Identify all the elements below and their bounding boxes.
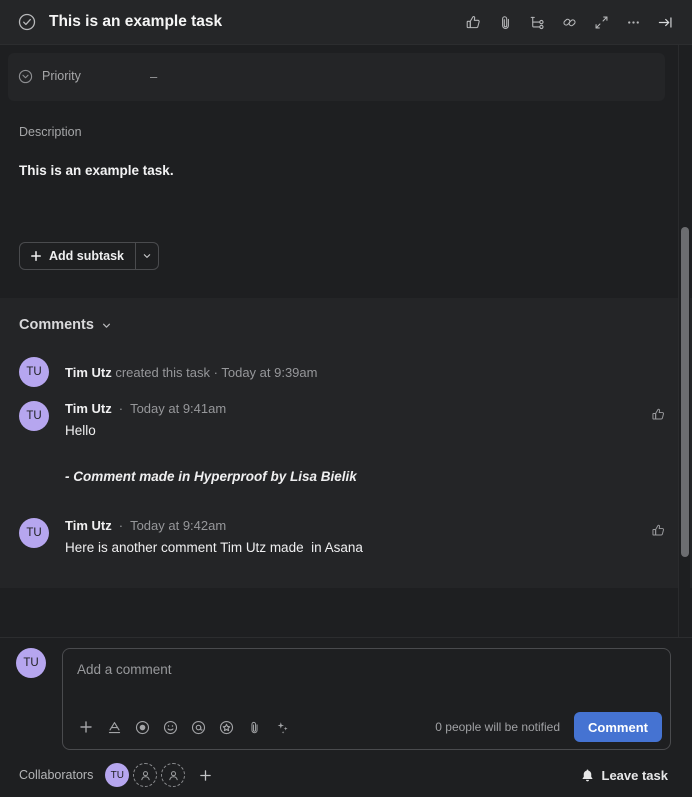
composer-toolbar: 0 people will be notified Comment — [63, 705, 670, 749]
description-label: Description — [19, 125, 82, 139]
comments-section: Comments TU Tim Utz created this task · … — [0, 298, 692, 588]
comment-header: Tim Utz · Today at 9:41am — [65, 401, 645, 416]
activity-action: created this task — [115, 364, 210, 380]
plus-icon — [30, 250, 42, 262]
paperclip-icon[interactable] — [241, 714, 267, 740]
add-subtask-split-button: Add subtask — [19, 242, 160, 270]
comment-author[interactable]: Tim Utz — [65, 401, 112, 416]
task-header-actions — [458, 7, 680, 37]
description-section: Description This is an example task. — [0, 101, 692, 178]
paperclip-icon[interactable] — [490, 7, 520, 37]
comment-body-extra: - Comment made in Hyperproof by Lisa Bie… — [65, 469, 357, 485]
avatar[interactable]: TU — [19, 517, 49, 548]
expand-arrows-icon[interactable] — [586, 7, 616, 37]
thumbs-up-icon[interactable] — [645, 518, 671, 544]
field-value-priority[interactable]: – — [150, 69, 157, 84]
comment-composer: TU Add a comment 0 people will be notifi… — [0, 637, 692, 753]
text-format-icon[interactable] — [101, 714, 127, 740]
collaborators-label: Collaborators — [19, 768, 94, 782]
comment-item: TU Tim Utz · Today at 9:42am Here is ano… — [19, 517, 671, 558]
chevron-down-circle-icon — [18, 69, 33, 84]
vertical-scrollbar[interactable] — [678, 45, 690, 637]
activity-text: Tim Utz created this task · Today at 9:3… — [65, 365, 317, 380]
collaborators-list: TU — [105, 763, 217, 787]
task-detail-body: Priority – Description This is an exampl… — [0, 45, 692, 637]
check-circle-icon[interactable] — [16, 11, 38, 33]
task-fields-panel: Priority – — [8, 53, 665, 101]
at-sign-icon[interactable] — [185, 714, 211, 740]
comment-header: Tim Utz · Today at 9:42am — [65, 518, 645, 533]
arrow-right-bar-icon[interactable] — [650, 7, 680, 37]
comment-input-box: Add a comment 0 people will be notified … — [62, 648, 671, 750]
comment-input[interactable]: Add a comment — [63, 649, 670, 705]
comment-body: Hello — [65, 423, 96, 438]
comments-heading-label: Comments — [19, 317, 94, 333]
scrollbar-thumb[interactable] — [681, 227, 689, 557]
bell-icon — [580, 768, 595, 783]
activity-separator: · — [213, 364, 218, 380]
avatar[interactable]: TU — [19, 401, 49, 431]
page-title: This is an example task — [49, 13, 223, 30]
field-label-priority: Priority — [42, 69, 81, 83]
comment-author[interactable]: Tim Utz — [65, 518, 112, 533]
record-circle-icon[interactable] — [129, 714, 155, 740]
add-subtask-button[interactable]: Add subtask — [20, 243, 135, 269]
avatar[interactable]: TU — [105, 763, 130, 787]
thumbs-up-icon[interactable] — [645, 401, 671, 427]
comment-separator: · — [118, 401, 124, 416]
leave-task-label: Leave task — [601, 767, 669, 783]
description-text[interactable]: This is an example task. — [19, 163, 668, 178]
smiley-icon[interactable] — [157, 714, 183, 740]
add-subtask-dropdown-button[interactable] — [135, 243, 158, 269]
notify-count-text: 0 people will be notified — [435, 720, 561, 734]
add-subtask-label: Add subtask — [49, 249, 125, 263]
comment-separator: · — [118, 517, 124, 533]
activity-author[interactable]: Tim Utz — [65, 365, 112, 380]
collaborator-placeholder-icon[interactable] — [133, 763, 158, 787]
collaborator-placeholder-icon[interactable] — [161, 763, 186, 787]
ellipsis-icon[interactable] — [618, 7, 648, 37]
chevron-down-icon — [101, 320, 112, 331]
subtask-controls: Add subtask — [0, 242, 692, 270]
star-circle-icon[interactable] — [213, 714, 239, 740]
activity-timestamp: Today at 9:39am — [221, 364, 318, 380]
comment-body: Here is another comment Tim Utz made in … — [65, 539, 363, 555]
comment-item: TU Tim Utz · Today at 9:41am Hello - Com… — [19, 401, 671, 488]
task-header: This is an example task — [0, 0, 692, 45]
link-icon[interactable] — [554, 7, 584, 37]
avatar[interactable]: TU — [19, 357, 49, 387]
thumbs-up-icon[interactable] — [458, 7, 488, 37]
sparkles-icon[interactable] — [269, 714, 295, 740]
comment-timestamp: Today at 9:42am — [130, 517, 227, 533]
field-row-priority[interactable]: Priority – — [8, 65, 665, 87]
comment-content: Tim Utz · Today at 9:42am Here is anothe… — [65, 518, 645, 558]
plus-icon[interactable] — [73, 714, 99, 740]
submit-comment-button[interactable]: Comment — [574, 712, 662, 742]
task-footer: Collaborators TU Leave task — [0, 753, 692, 797]
activity-row-created: TU Tim Utz created this task · Today at … — [19, 357, 692, 387]
avatar[interactable]: TU — [16, 648, 46, 678]
subtask-branch-icon[interactable] — [522, 7, 552, 37]
comment-content: Tim Utz · Today at 9:41am Hello - Commen… — [65, 401, 645, 488]
comments-heading-toggle[interactable]: Comments — [19, 317, 112, 333]
add-collaborator-button[interactable] — [193, 763, 217, 787]
task-header-left: This is an example task — [16, 11, 458, 33]
comment-timestamp: Today at 9:41am — [130, 401, 227, 416]
leave-task-button[interactable]: Leave task — [574, 763, 675, 788]
